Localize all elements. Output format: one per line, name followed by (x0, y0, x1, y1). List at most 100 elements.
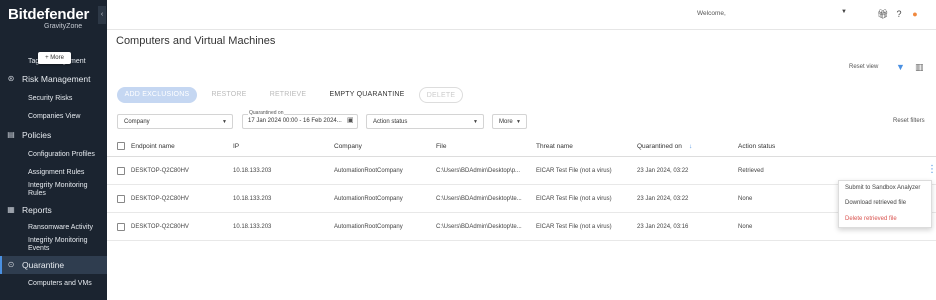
welcome-user-menu[interactable]: Welcome, (697, 10, 726, 17)
sidebar-item-label: Risk Management (22, 74, 91, 84)
filter-icon[interactable]: ▼ (896, 62, 905, 72)
help-icon[interactable]: ? (894, 9, 904, 19)
sidebar-item-security-risks[interactable]: Security Risks (0, 95, 107, 105)
cell-action-status: None (738, 224, 753, 230)
sidebar-item-label: Assignment Rules (28, 169, 85, 176)
sidebar-item-integrity-monitoring-rules[interactable]: Integrity Monitoring Rules (0, 182, 107, 200)
sidebar-item-configuration-profiles[interactable]: Configuration Profiles (0, 151, 107, 161)
cell-endpoint-name: DESKTOP-Q2C80HV (131, 224, 189, 230)
sidebar-item-risk-management[interactable]: ⊛ Risk Management (0, 74, 107, 85)
sidebar-item-label: Integrity Monitoring Rules (28, 182, 88, 197)
cell-company: AutomationRootCompany (334, 196, 403, 202)
cell-endpoint-name: DESKTOP-Q2C80HV (131, 196, 189, 202)
sidebar-item-quarantine[interactable]: ⊙ Quarantine (0, 256, 107, 274)
quarantined-on-label: Quarantined on (248, 110, 285, 116)
empty-quarantine-button[interactable]: EMPTY QUARANTINE (322, 87, 412, 103)
reports-icon: ▦ (7, 205, 15, 214)
more-filters-button[interactable]: More ▼ (492, 114, 527, 129)
sidebar-item-ransomware-activity[interactable]: Ransomware Activity (0, 224, 107, 234)
cell-threat-name: EICAR Test File (not a virus) (536, 196, 612, 202)
sidebar-item-computers-and-vms[interactable]: Computers and VMs (0, 280, 107, 290)
quarantine-icon: ⊙ (7, 260, 15, 269)
action-status-filter[interactable]: Action status ▼ (366, 114, 484, 129)
sidebar-item-reports[interactable]: ▦ Reports (0, 205, 107, 216)
add-exclusions-button[interactable]: ADD EXCLUSIONS (117, 87, 197, 103)
quarantined-on-value: 17 Jan 2024 00:00 - 16 Feb 2024... (248, 118, 342, 124)
reset-filters-link[interactable]: Reset filters (893, 118, 925, 124)
cell-company: AutomationRootCompany (334, 224, 403, 230)
chevron-down-icon: ▼ (222, 119, 227, 125)
cell-threat-name: EICAR Test File (not a virus) (536, 224, 612, 230)
sidebar-item-label: Computers and VMs (28, 280, 92, 287)
column-header-company[interactable]: Company (334, 143, 362, 150)
notifications-icon[interactable]: ● (910, 9, 920, 19)
cell-company: AutomationRootCompany (334, 168, 403, 174)
cell-file: C:\Users\BDAdmin\Desktop\te... (436, 196, 522, 202)
chevron-down-icon: ▼ (473, 119, 478, 125)
top-bar (107, 0, 936, 30)
table-row[interactable]: DESKTOP-Q2C80HV 10.18.133.203 Automation… (107, 185, 936, 213)
active-indicator (0, 256, 2, 274)
cell-endpoint-name: DESKTOP-Q2C80HV (131, 168, 189, 174)
sidebar-collapse-button[interactable]: ‹ (98, 6, 106, 24)
sidebar-item-policies[interactable]: ▤ Policies (0, 130, 107, 141)
column-header-quarantined-on[interactable]: Quarantined on (637, 143, 682, 150)
product-name: GravityZone (44, 23, 83, 30)
page-title: Computers and Virtual Machines (116, 35, 276, 47)
cell-action-status: None (738, 196, 753, 202)
column-header-file[interactable]: File (436, 143, 446, 150)
row-checkbox[interactable] (117, 167, 125, 175)
column-header-endpoint-name[interactable]: Endpoint name (131, 143, 175, 150)
cell-action-status: Retrieved (738, 168, 764, 174)
row-actions-kebab-icon[interactable]: ⋮ (927, 164, 936, 175)
cell-quarantined-on: 23 Jan 2024, 03:16 (637, 224, 689, 230)
menu-item-submit-to-sandbox-analyzer[interactable]: Submit to Sandbox Analyzer (845, 185, 920, 191)
cell-file: C:\Users\BDAdmin\Desktop\p... (436, 168, 521, 174)
cell-quarantined-on: 23 Jan 2024, 03:22 (637, 168, 689, 174)
column-header-ip[interactable]: IP (233, 143, 239, 150)
columns-settings-icon[interactable]: ▥ (915, 62, 924, 73)
sidebar-item-label: Quarantine (22, 260, 65, 270)
row-checkbox[interactable] (117, 195, 125, 203)
sidebar: Bitdefender GravityZone ‹ Tags Managemen… (0, 0, 107, 300)
table-header: Endpoint name IP Company File Threat nam… (107, 136, 936, 157)
menu-item-download-retrieved-file[interactable]: Download retrieved file (845, 200, 906, 206)
cell-threat-name: EICAR Test File (not a virus) (536, 168, 612, 174)
column-header-threat-name[interactable]: Threat name (536, 143, 573, 150)
more-filters-label: More (499, 119, 513, 125)
restore-button[interactable]: RESTORE (205, 87, 253, 103)
row-context-menu: Submit to Sandbox Analyzer Download retr… (838, 180, 932, 228)
cell-quarantined-on: 23 Jan 2024, 03:22 (637, 196, 689, 202)
sidebar-item-assignment-rules[interactable]: Assignment Rules (0, 169, 107, 179)
brand-logo: Bitdefender (8, 6, 90, 23)
table-row[interactable]: DESKTOP-Q2C80HV 10.18.133.203 Automation… (107, 157, 936, 185)
chevron-down-icon: ▼ (516, 119, 521, 125)
calendar-icon[interactable]: ▣ (347, 116, 354, 124)
delete-button[interactable]: DELETE (419, 87, 463, 103)
sidebar-item-label: Reports (22, 205, 52, 215)
column-header-action-status[interactable]: Action status (738, 143, 775, 150)
menu-item-delete-retrieved-file[interactable]: Delete retrieved file (845, 216, 897, 222)
cell-ip: 10.18.133.203 (233, 224, 272, 230)
row-checkbox[interactable] (117, 223, 125, 231)
more-chip[interactable]: + More (38, 52, 71, 64)
select-all-checkbox[interactable] (117, 142, 125, 150)
cell-ip: 10.18.133.203 (233, 196, 272, 202)
company-filter-value: Company (124, 119, 150, 125)
sidebar-item-label: Integrity Monitoring Events (28, 237, 88, 252)
app-root: Bitdefender GravityZone ‹ Tags Managemen… (0, 0, 936, 300)
sidebar-item-companies-view[interactable]: Companies View (0, 113, 107, 123)
sidebar-item-label: Security Risks (28, 95, 73, 102)
chevron-down-icon[interactable]: ▼ (841, 9, 847, 15)
risk-icon: ⊛ (7, 74, 15, 83)
sort-descending-icon[interactable]: ↓ (689, 143, 692, 150)
sidebar-item-integrity-monitoring-events[interactable]: Integrity Monitoring Events (0, 237, 107, 255)
retrieve-button[interactable]: RETRIEVE (262, 87, 314, 103)
gift-icon[interactable]: 🎁︎ (877, 9, 888, 19)
cell-ip: 10.18.133.203 (233, 168, 272, 174)
reset-view-link[interactable]: Reset view (849, 64, 878, 70)
table-row[interactable]: DESKTOP-Q2C80HV 10.18.133.203 Automation… (107, 213, 936, 241)
sidebar-item-label: Ransomware Activity (28, 224, 93, 231)
policies-icon: ▤ (7, 130, 15, 139)
company-filter[interactable]: Company ▼ (117, 114, 233, 129)
